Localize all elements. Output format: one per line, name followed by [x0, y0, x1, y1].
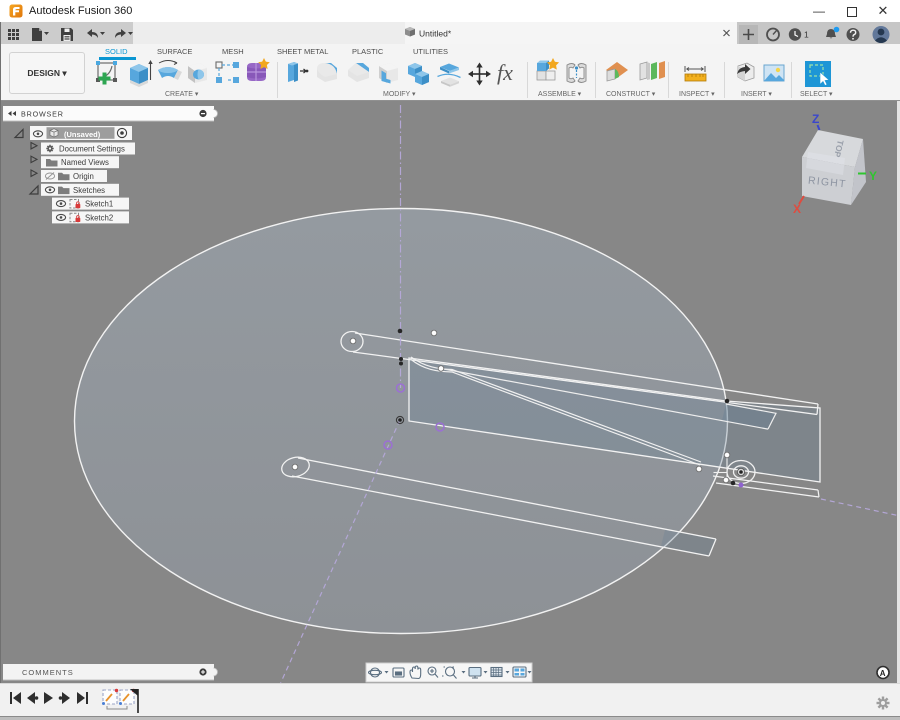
- svg-text:Sketches: Sketches: [73, 186, 105, 195]
- svg-text:fx: fx: [497, 60, 513, 85]
- svg-text:Sketch2: Sketch2: [85, 213, 113, 222]
- svg-text:COMMENTS: COMMENTS: [22, 668, 74, 677]
- svg-text:Origin: Origin: [73, 172, 94, 181]
- svg-text:BROWSER: BROWSER: [21, 109, 64, 118]
- svg-text:Untitled*: Untitled*: [419, 29, 452, 39]
- svg-text:(Unsaved): (Unsaved): [64, 130, 101, 139]
- svg-text:Sketch1: Sketch1: [85, 200, 113, 209]
- svg-text:Document Settings: Document Settings: [59, 145, 125, 154]
- svg-text:A: A: [880, 669, 886, 678]
- svg-text:Named Views: Named Views: [61, 158, 109, 167]
- svg-text:1: 1: [804, 30, 809, 40]
